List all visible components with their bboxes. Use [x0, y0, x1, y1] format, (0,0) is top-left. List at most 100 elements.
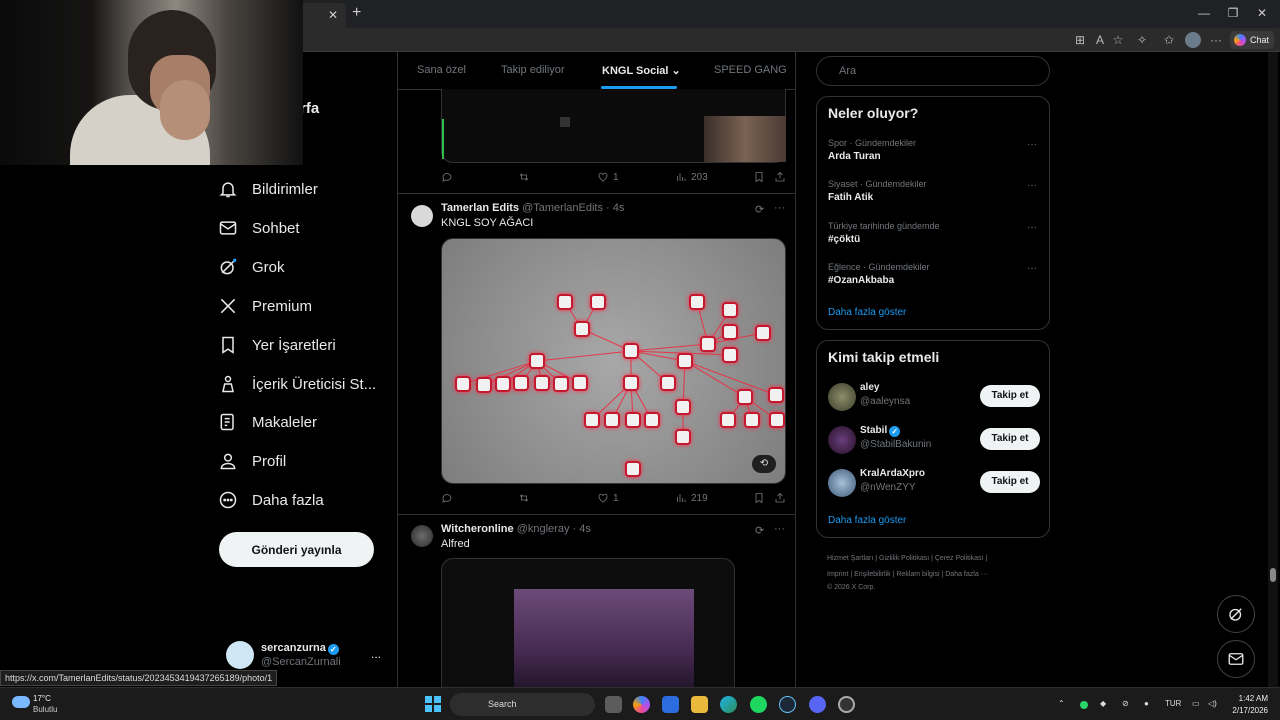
tab-following[interactable]: Takip ediliyor — [501, 64, 565, 76]
nav-item-profile[interactable]: Profil — [218, 442, 286, 480]
author-handle[interactable]: @kngleray — [517, 523, 570, 535]
grok-fab-button[interactable] — [1217, 595, 1255, 633]
scrollbar[interactable] — [1268, 52, 1278, 687]
avatar[interactable] — [828, 426, 856, 454]
footer-line[interactable]: Hizmet Şartları | Gizlilik Politikası | … — [827, 551, 1047, 567]
restore-icon[interactable]: ❐ — [1222, 4, 1244, 22]
minimize-icon[interactable]: — — [1193, 4, 1215, 22]
windows-start-icon[interactable] — [425, 696, 441, 712]
browser-menu-icon[interactable]: ··· — [1208, 32, 1224, 48]
reply-button[interactable] — [441, 171, 457, 183]
follow-button[interactable]: Takip et — [980, 428, 1040, 450]
bookmark-button[interactable] — [753, 492, 765, 504]
trend-more-icon[interactable]: ··· — [1027, 139, 1037, 150]
display-icon[interactable]: ▭ — [1192, 699, 1200, 708]
spotify-icon[interactable] — [750, 696, 767, 713]
share-button[interactable] — [774, 492, 786, 504]
nav-item-creator-studio[interactable]: İçerik Üreticisi St... — [218, 365, 376, 403]
store-icon[interactable] — [662, 696, 679, 713]
account-more-icon[interactable]: ... — [371, 647, 381, 661]
apps-icon[interactable]: ⊞ — [1072, 32, 1088, 48]
follow-user-name[interactable]: Stabil — [860, 425, 887, 436]
like-button[interactable]: 1 — [597, 171, 619, 183]
follow-user-name[interactable]: KralArdaXpro — [860, 468, 925, 479]
search-input[interactable]: Ara — [816, 56, 1050, 86]
tab-kngl-social[interactable]: KNGL Social ⌄ — [602, 64, 681, 77]
retweet-button[interactable] — [518, 171, 534, 183]
window-close-icon[interactable]: ✕ — [1251, 4, 1273, 22]
taskbar-time[interactable]: 1:42 AM — [1228, 694, 1268, 703]
profile-avatar-icon[interactable] — [1185, 32, 1201, 48]
show-more-link[interactable]: Daha fazla göster — [828, 515, 906, 526]
app-icon[interactable] — [838, 696, 855, 713]
copilot-chat-button[interactable]: Chat — [1230, 31, 1274, 49]
author-handle[interactable]: @TamerlanEdits — [522, 202, 603, 214]
avatar[interactable] — [828, 469, 856, 497]
trend-name[interactable]: Arda Turan — [828, 151, 881, 162]
tweet-time[interactable]: · 4s — [606, 202, 624, 214]
views-button[interactable]: 203 — [675, 171, 708, 183]
copilot-icon[interactable] — [633, 696, 650, 713]
scrollbar-thumb[interactable] — [1270, 568, 1276, 582]
follow-button[interactable]: Takip et — [980, 471, 1040, 493]
close-tab-icon[interactable]: ✕ — [328, 8, 338, 22]
avatar[interactable] — [411, 205, 433, 227]
tweet-more-icon[interactable]: ··· — [774, 523, 785, 535]
reply-button[interactable] — [441, 492, 457, 504]
edge-browser-icon[interactable] — [720, 696, 737, 713]
taskbar-date[interactable]: 2/17/2026 — [1228, 706, 1268, 715]
nav-item-more[interactable]: Daha fazla — [218, 481, 324, 519]
tweet-media[interactable] — [441, 89, 786, 163]
task-view-icon[interactable] — [605, 696, 622, 713]
trend-name[interactable]: #OzanAkbaba — [828, 275, 894, 286]
tray-network-icon[interactable]: ⊘ — [1122, 699, 1129, 708]
nav-item-chat[interactable]: Sohbet — [218, 209, 300, 247]
favorites-icon[interactable]: ✩ — [1161, 32, 1177, 48]
follow-button[interactable]: Takip et — [980, 385, 1040, 407]
discord-icon[interactable] — [809, 696, 826, 713]
author-name[interactable]: Tamerlan Edits — [441, 202, 519, 214]
read-aloud-icon[interactable]: A — [1092, 32, 1108, 48]
tab-speed-gang[interactable]: SPEED GANG — [714, 64, 787, 76]
trend-more-icon[interactable]: ··· — [1027, 222, 1037, 233]
weather-description[interactable]: Bulutlu — [33, 705, 57, 714]
views-button[interactable]: 219 — [675, 492, 708, 504]
microphone-icon[interactable]: ● — [1144, 699, 1149, 708]
like-button[interactable]: 1 — [597, 492, 619, 504]
tray-app-icon[interactable]: ◆ — [1100, 699, 1106, 708]
favorite-star-icon[interactable]: ☆ — [1110, 32, 1126, 48]
nav-item-bookmarks[interactable]: Yer İşaretleri — [218, 326, 336, 364]
keyboard-language[interactable]: TUR — [1165, 699, 1181, 708]
steam-icon[interactable] — [779, 696, 796, 713]
nav-item-premium[interactable]: Premium — [218, 287, 312, 325]
show-more-link[interactable]: Daha fazla göster — [828, 307, 906, 318]
browser-tab[interactable]: ✕ — [300, 3, 346, 28]
bookmark-button[interactable] — [753, 171, 765, 183]
trend-more-icon[interactable]: ··· — [1027, 180, 1037, 191]
messages-fab-button[interactable] — [1217, 640, 1255, 678]
tray-overflow-icon[interactable]: ⌃ — [1058, 699, 1065, 708]
follow-user-name[interactable]: aley — [860, 382, 879, 393]
author-name[interactable]: Witcheronline — [441, 523, 514, 535]
grok-explain-icon[interactable]: ⟳ — [755, 203, 764, 216]
file-explorer-icon[interactable] — [691, 696, 708, 713]
nav-item-articles[interactable]: Makaleler — [218, 403, 317, 441]
nav-item-notifications[interactable]: Bildirimler — [218, 170, 318, 208]
post-button[interactable]: Gönderi yayınla — [219, 532, 374, 567]
avatar[interactable] — [411, 525, 433, 547]
account-switcher[interactable]: sercanzurna ✓ @SercanZurnali ... — [226, 641, 396, 671]
extensions-icon[interactable]: ✧ — [1134, 32, 1150, 48]
media-info-badge[interactable]: ⟲ — [752, 455, 776, 473]
retweet-button[interactable] — [518, 492, 534, 504]
tray-status-icon[interactable] — [1080, 701, 1088, 709]
trend-more-icon[interactable]: ··· — [1027, 263, 1037, 274]
new-tab-icon[interactable]: + — [352, 4, 361, 22]
weather-temperature[interactable]: 17°C — [33, 694, 51, 703]
share-button[interactable] — [774, 171, 786, 183]
tweet-more-icon[interactable]: ··· — [774, 202, 785, 214]
volume-icon[interactable]: ◁) — [1208, 699, 1217, 708]
taskbar-search[interactable]: Search — [450, 693, 595, 716]
tweet-media[interactable] — [441, 558, 735, 687]
footer-line[interactable]: Imprint | Erişilebilirlik | Reklam bilgi… — [827, 567, 1047, 583]
tweet-time[interactable]: · 4s — [573, 523, 591, 535]
